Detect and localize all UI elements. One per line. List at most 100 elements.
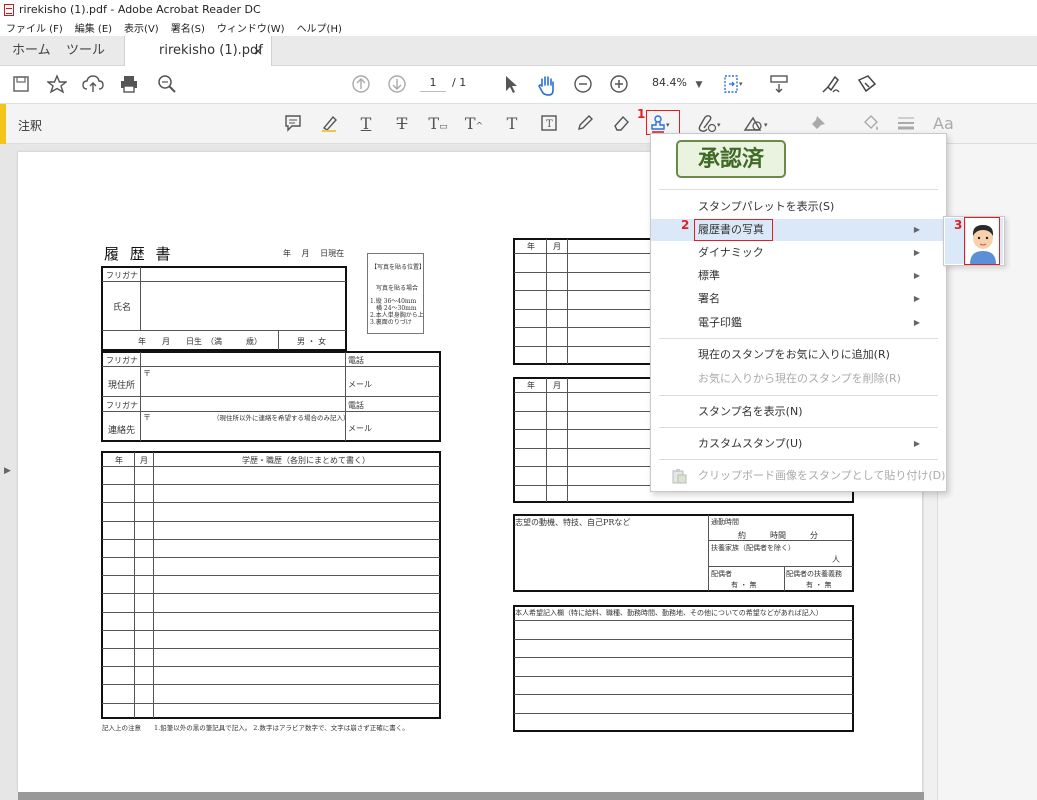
right-table-2-year: 年	[527, 381, 535, 390]
submenu-arrow-icon: ▶	[913, 318, 920, 327]
fill-sign-icon[interactable]	[856, 74, 878, 96]
stamp-dropdown-menu: 承認済 スタンプパレットを表示(S) 履歴書の写真 ▶ ダイナミック ▶ 標準 ▶ 署…	[650, 133, 947, 492]
bookmark-star-icon[interactable]	[46, 74, 68, 96]
right-table-1-year: 年	[527, 242, 535, 251]
menu-bar: ファイル (F) 編集 (E) 表示(V) 署名(S) ウィンドウ(W) ヘルプ…	[0, 19, 1037, 36]
photo-box-title: 【写真を貼る位置】	[371, 264, 426, 271]
pin-icon[interactable]	[808, 114, 828, 134]
replace-text-icon[interactable]: T▭	[428, 114, 448, 134]
annotation-label: 注釈	[18, 119, 43, 133]
motive-label: 志望の動機、特技、自己PRなど	[515, 518, 631, 527]
spouse-support-value: 有 ・ 無	[806, 581, 832, 589]
table-row-line	[102, 502, 440, 504]
menu-separator	[659, 338, 938, 339]
commute-label: 通勤時間	[711, 518, 739, 526]
svg-text:T: T	[546, 119, 553, 130]
pencil-icon[interactable]	[575, 114, 595, 134]
tab-document[interactable]: rirekisho (1).pdf ×	[124, 36, 272, 67]
menu-item-remove-favorite: お気に入りから現在のスタンプを削除(R)	[698, 372, 901, 385]
menu-separator	[659, 427, 938, 428]
table-row-line	[514, 675, 853, 677]
text-box-icon[interactable]: T	[539, 114, 559, 134]
next-page-icon[interactable]	[386, 74, 408, 96]
hand-tool-icon[interactable]	[536, 74, 558, 96]
zoom-out-icon[interactable]	[572, 74, 594, 96]
marker-3: 3	[954, 218, 963, 232]
svg-text:▾: ▾	[739, 80, 743, 88]
zoom-dropdown-chevron-icon[interactable]: ▼	[688, 74, 710, 96]
attach-file-icon[interactable]: ▾	[697, 114, 723, 134]
menu-item-add-favorite[interactable]: 現在のスタンプをお気に入りに追加(R)	[651, 344, 946, 366]
strikethrough-text-icon[interactable]: T	[392, 114, 412, 134]
menu-item-signature[interactable]: 署名 ▶	[651, 288, 946, 310]
contact-note: （現住所以外に連絡を希望する場合のみ記入）	[213, 414, 350, 422]
menu-view[interactable]: 表示(V)	[118, 20, 165, 35]
left-panel-toggle-icon[interactable]: ▶	[4, 466, 11, 476]
zoom-level[interactable]: 84.4%	[652, 76, 687, 89]
table-row-line	[514, 712, 853, 714]
add-text-icon[interactable]: T	[502, 114, 522, 134]
sign-pen-icon[interactable]	[820, 74, 842, 96]
line-weight-icon[interactable]	[896, 114, 916, 134]
tab-home[interactable]: ホーム	[12, 36, 51, 66]
submenu-arrow-icon: ▶	[913, 294, 920, 303]
pdf-icon	[4, 3, 14, 16]
dependents-unit: 人	[832, 555, 840, 564]
form-footnote: 記入上の注意 1.鉛筆以外の黒の筆記具で記入。 2.数字はアラビア数字で、文字は…	[102, 724, 409, 732]
table-row-line	[102, 466, 440, 467]
submenu-arrow-icon: ▶	[913, 439, 920, 448]
save-icon[interactable]	[10, 74, 32, 96]
tab-close-button[interactable]: ×	[253, 36, 263, 66]
table-row-line	[102, 557, 440, 558]
underline-text-icon[interactable]: T	[356, 114, 376, 134]
title-bar: rirekisho (1).pdf - Adobe Acrobat Reader…	[0, 0, 1037, 19]
horizontal-scrollbar[interactable]	[18, 792, 924, 800]
menu-edit[interactable]: 編集 (E)	[69, 20, 118, 35]
menu-sign[interactable]: 署名(S)	[165, 20, 211, 35]
comment-icon[interactable]	[283, 114, 303, 134]
svg-text:▾: ▾	[717, 121, 721, 129]
address-mail-label: メール	[348, 380, 372, 389]
menu-item-paste-clipboard: クリップボード画像をスタンプとして貼り付け(D)	[651, 465, 946, 487]
history-year-header: 年	[115, 456, 123, 465]
fill-color-icon[interactable]	[861, 114, 881, 134]
prev-page-icon[interactable]	[350, 74, 372, 96]
insert-text-icon[interactable]: T^	[464, 114, 484, 134]
menu-item-standard-label: 標準	[698, 269, 720, 282]
table-row-line	[102, 702, 440, 704]
cloud-upload-icon[interactable]	[82, 74, 104, 96]
table-row-line	[102, 611, 440, 613]
tab-tools[interactable]: ツール	[66, 36, 105, 66]
history-table	[101, 451, 441, 719]
name-furigana-label: フリガナ	[106, 271, 138, 280]
print-icon[interactable]	[118, 74, 140, 96]
font-style-icon[interactable]: Aa	[933, 114, 954, 134]
eraser-icon[interactable]	[611, 114, 631, 134]
menu-item-show-stamp-palette[interactable]: スタンプパレットを表示(S)	[651, 196, 946, 218]
menu-item-custom-stamp[interactable]: カスタムスタンプ(U) ▶	[651, 433, 946, 455]
fit-page-icon[interactable]: ▾	[722, 74, 744, 96]
select-cursor-icon[interactable]	[500, 74, 522, 96]
menu-item-standard[interactable]: 標準 ▶	[651, 265, 946, 287]
stamp-preview-approved[interactable]: 承認済	[676, 140, 786, 178]
resume-title: 履 歴 書	[104, 245, 174, 263]
shapes-icon[interactable]: ▾	[743, 114, 771, 134]
menu-item-show-stamp-names[interactable]: スタンプ名を表示(N)	[651, 401, 946, 423]
annotation-accent-bar	[0, 104, 6, 144]
zoom-search-icon[interactable]	[156, 74, 178, 96]
menu-item-digital-seal[interactable]: 電子印鑑 ▶	[651, 312, 946, 334]
table-row-line	[102, 666, 440, 668]
wishes-label: 本人希望記入欄（特に給料、職種、勤務時間、勤務地、その他についての希望などがあれ…	[515, 609, 823, 617]
menu-file[interactable]: ファイル (F)	[0, 20, 69, 35]
submenu-arrow-icon: ▶	[913, 225, 920, 234]
menu-help[interactable]: ヘルプ(H)	[291, 20, 348, 35]
svg-text:▾: ▾	[764, 121, 768, 129]
address-postal-mark: 〒	[143, 369, 151, 378]
menu-window[interactable]: ウィンドウ(W)	[211, 20, 291, 35]
highlight-icon[interactable]	[319, 114, 339, 134]
page-number-input[interactable]: 1	[420, 74, 446, 92]
window-title: rirekisho (1).pdf - Adobe Acrobat Reader…	[19, 3, 261, 16]
zoom-in-icon[interactable]	[608, 74, 630, 96]
menu-item-dynamic[interactable]: ダイナミック ▶	[651, 242, 946, 264]
scroll-mode-icon[interactable]	[768, 74, 790, 96]
